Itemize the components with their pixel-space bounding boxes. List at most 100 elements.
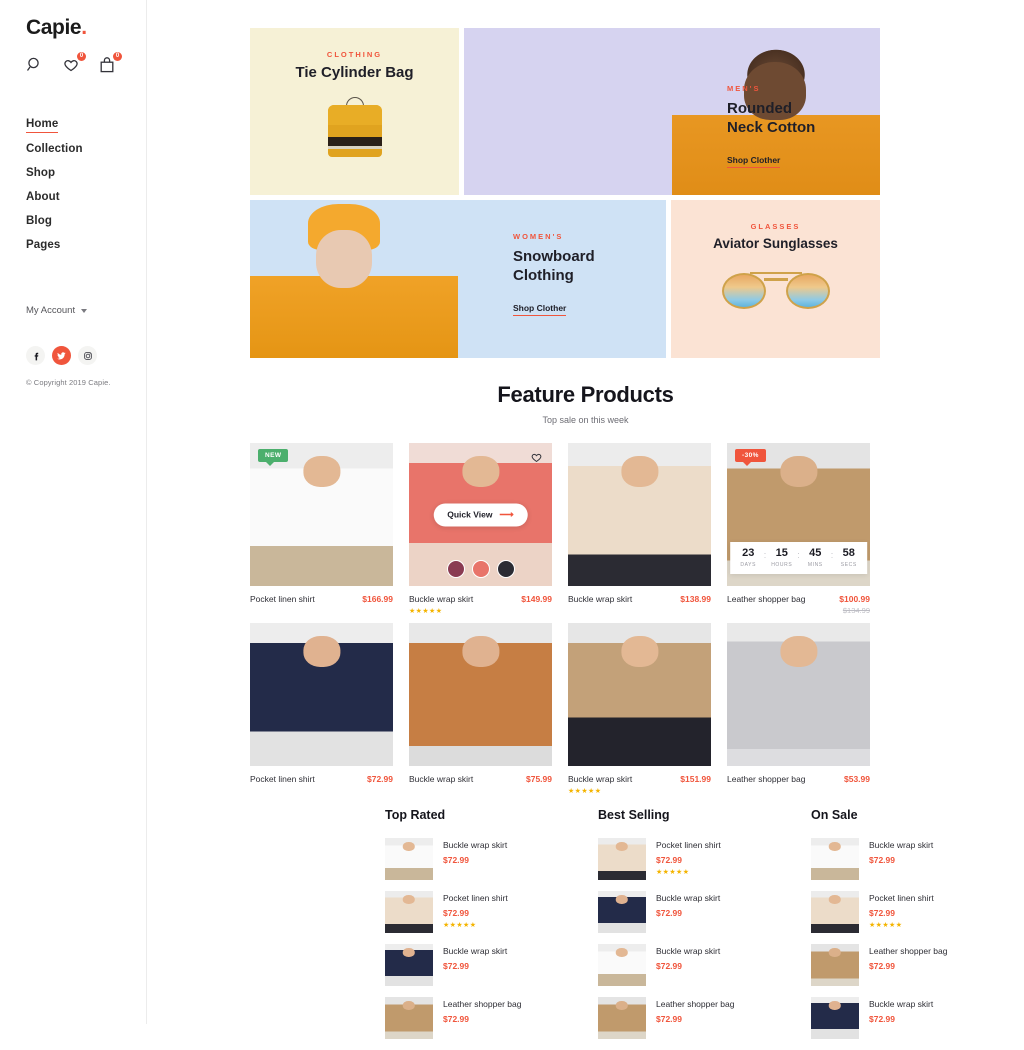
list-item-name[interactable]: Leather shopper bag	[869, 946, 947, 956]
facebook-icon[interactable]	[26, 346, 45, 365]
sidebar-item-shop[interactable]: Shop	[26, 167, 55, 181]
banner-title: Tie Cylinder Bag	[295, 64, 414, 81]
sidebar-item-pages[interactable]: Pages	[26, 239, 60, 253]
color-swatch[interactable]	[496, 560, 515, 578]
list-item-price: $72.99	[869, 855, 895, 865]
list-item[interactable]: Buckle wrap skirt $72.99	[598, 891, 811, 933]
list-item-name[interactable]: Buckle wrap skirt	[869, 999, 933, 1009]
list-item-thumbnail[interactable]	[385, 891, 433, 933]
list-item[interactable]: Leather shopper bag $72.99	[598, 997, 811, 1039]
banner-title-line2: Neck Cotton	[727, 118, 816, 136]
twitter-icon[interactable]	[52, 346, 71, 365]
list-item-name[interactable]: Buckle wrap skirt	[869, 840, 933, 850]
shop-clother-link[interactable]: Shop Clother	[727, 155, 781, 168]
list-item[interactable]: Buckle wrap skirt $72.99	[811, 997, 1024, 1039]
list-item-price: $72.99	[443, 908, 469, 918]
product-image[interactable]	[409, 623, 552, 766]
quick-view-label: Quick View	[447, 509, 493, 520]
product-name[interactable]: Leather shopper bag	[727, 594, 805, 604]
list-item[interactable]: Buckle wrap skirt $72.99	[811, 838, 1024, 880]
product-image[interactable]	[568, 443, 711, 586]
product-name[interactable]: Buckle wrap skirt	[568, 594, 632, 604]
list-item-thumbnail[interactable]	[385, 944, 433, 986]
list-item-name[interactable]: Pocket linen shirt	[443, 893, 508, 903]
cart-bag-icon[interactable]: 0	[98, 52, 122, 74]
product-meta: Buckle wrap skirt $151.99	[568, 774, 711, 784]
product-image[interactable]: NEW	[250, 443, 393, 586]
list-item-name[interactable]: Buckle wrap skirt	[656, 946, 720, 956]
product-card[interactable]: Buckle wrap skirt $138.99	[568, 443, 711, 615]
list-item-name[interactable]: Buckle wrap skirt	[656, 893, 720, 903]
banner-eyebrow: MEN'S	[727, 84, 761, 93]
arrow-right-icon: ⟶	[499, 509, 514, 520]
list-item[interactable]: Leather shopper bag $72.99	[385, 997, 598, 1039]
product-name[interactable]: Buckle wrap skirt	[409, 594, 473, 604]
list-item-name[interactable]: Buckle wrap skirt	[443, 840, 507, 850]
list-item-name[interactable]: Buckle wrap skirt	[443, 946, 507, 956]
product-card[interactable]: -30% 23 DAYS : 15 HOURS : 45 MINS: 58 S…	[727, 443, 870, 615]
banner-rounded-neck-cotton[interactable]: MEN'S Rounded Neck Cotton Shop Clother	[464, 28, 880, 195]
list-item-name[interactable]: Leather shopper bag	[656, 999, 734, 1009]
list-item-thumbnail[interactable]	[598, 997, 646, 1039]
list-item[interactable]: Pocket linen shirt $72.99 ★★★★★	[598, 838, 811, 880]
list-item-thumbnail[interactable]	[811, 997, 859, 1039]
product-name[interactable]: Pocket linen shirt	[250, 594, 315, 604]
wishlist-heart-icon[interactable]	[529, 450, 544, 465]
sidebar-item-home[interactable]: Home	[26, 118, 59, 133]
list-item-thumbnail[interactable]	[385, 997, 433, 1039]
banner-snowboard-clothing[interactable]: WOMEN'S Snowboard Clothing Shop Clother	[250, 200, 666, 358]
color-swatch[interactable]	[471, 560, 490, 578]
list-item-thumbnail[interactable]	[811, 944, 859, 986]
product-name[interactable]: Leather shopper bag	[727, 774, 805, 784]
sidebar-item-about[interactable]: About	[26, 191, 60, 205]
product-image[interactable]	[568, 623, 711, 766]
list-item-name[interactable]: Pocket linen shirt	[869, 893, 934, 903]
product-meta: Leather shopper bag $100.99	[727, 594, 870, 604]
sidebar-item-blog[interactable]: Blog	[26, 215, 52, 229]
product-card[interactable]: NEW Pocket linen shirt $166.99	[250, 443, 393, 615]
search-icon[interactable]	[26, 56, 44, 74]
brand-logo[interactable]: Capie.	[26, 16, 146, 40]
product-image[interactable]	[250, 623, 393, 766]
list-item-thumbnail[interactable]	[598, 944, 646, 986]
shop-clother-link[interactable]: Shop Clother	[513, 303, 567, 316]
banner-aviator-sunglasses[interactable]: GLASSES Aviator Sunglasses	[671, 200, 880, 358]
product-image[interactable]: -30% 23 DAYS : 15 HOURS : 45 MINS: 58 S…	[727, 443, 870, 586]
wishlist-heart-icon[interactable]: 0	[62, 52, 86, 74]
quick-view-button[interactable]: Quick View ⟶	[433, 503, 528, 526]
product-name[interactable]: Buckle wrap skirt	[409, 774, 473, 784]
banner-tie-cylinder-bag[interactable]: CLOTHING Tie Cylinder Bag	[250, 28, 459, 195]
list-item-name[interactable]: Pocket linen shirt	[656, 840, 721, 850]
product-name[interactable]: Buckle wrap skirt	[568, 774, 632, 784]
list-item[interactable]: Buckle wrap skirt $72.99	[385, 838, 598, 880]
my-account-dropdown[interactable]: My Account	[26, 305, 146, 316]
list-item[interactable]: Pocket linen shirt $72.99 ★★★★★	[811, 891, 1024, 933]
list-item[interactable]: Leather shopper bag $72.99	[811, 944, 1024, 986]
product-card[interactable]: Leather shopper bag $53.99	[727, 623, 870, 795]
instagram-icon[interactable]	[78, 346, 97, 365]
list-item[interactable]: Buckle wrap skirt $72.99	[598, 944, 811, 986]
list-item-name[interactable]: Leather shopper bag	[443, 999, 521, 1009]
list-item[interactable]: Buckle wrap skirt $72.99	[385, 944, 598, 986]
list-item-thumbnail[interactable]	[598, 838, 646, 880]
list-item-thumbnail[interactable]	[811, 891, 859, 933]
countdown-hours-label: HOURS	[771, 562, 793, 568]
list-item-thumbnail[interactable]	[811, 838, 859, 880]
product-card[interactable]: Quick View ⟶ Buckle wrap skirt $149.99 ★…	[409, 443, 552, 615]
list-item[interactable]: Pocket linen shirt $72.99 ★★★★★	[385, 891, 598, 933]
product-card[interactable]: Buckle wrap skirt $75.99	[409, 623, 552, 795]
main-content: CLOTHING Tie Cylinder Bag MEN'S Rounded …	[147, 0, 1024, 1039]
product-meta: Buckle wrap skirt $149.99	[409, 594, 552, 604]
banner-title: Aviator Sunglasses	[713, 236, 838, 251]
product-name[interactable]: Pocket linen shirt	[250, 774, 315, 784]
sidebar-item-collection[interactable]: Collection	[26, 143, 83, 157]
countdown-separator: :	[830, 550, 834, 560]
product-card[interactable]: Buckle wrap skirt $151.99 ★★★★★	[568, 623, 711, 795]
list-item-thumbnail[interactable]	[598, 891, 646, 933]
list-item-thumbnail[interactable]	[385, 838, 433, 880]
product-image[interactable]: Quick View ⟶	[409, 443, 552, 586]
product-image[interactable]	[727, 623, 870, 766]
color-swatch[interactable]	[446, 560, 465, 578]
product-card[interactable]: Pocket linen shirt $72.99	[250, 623, 393, 795]
social-links	[26, 346, 146, 365]
